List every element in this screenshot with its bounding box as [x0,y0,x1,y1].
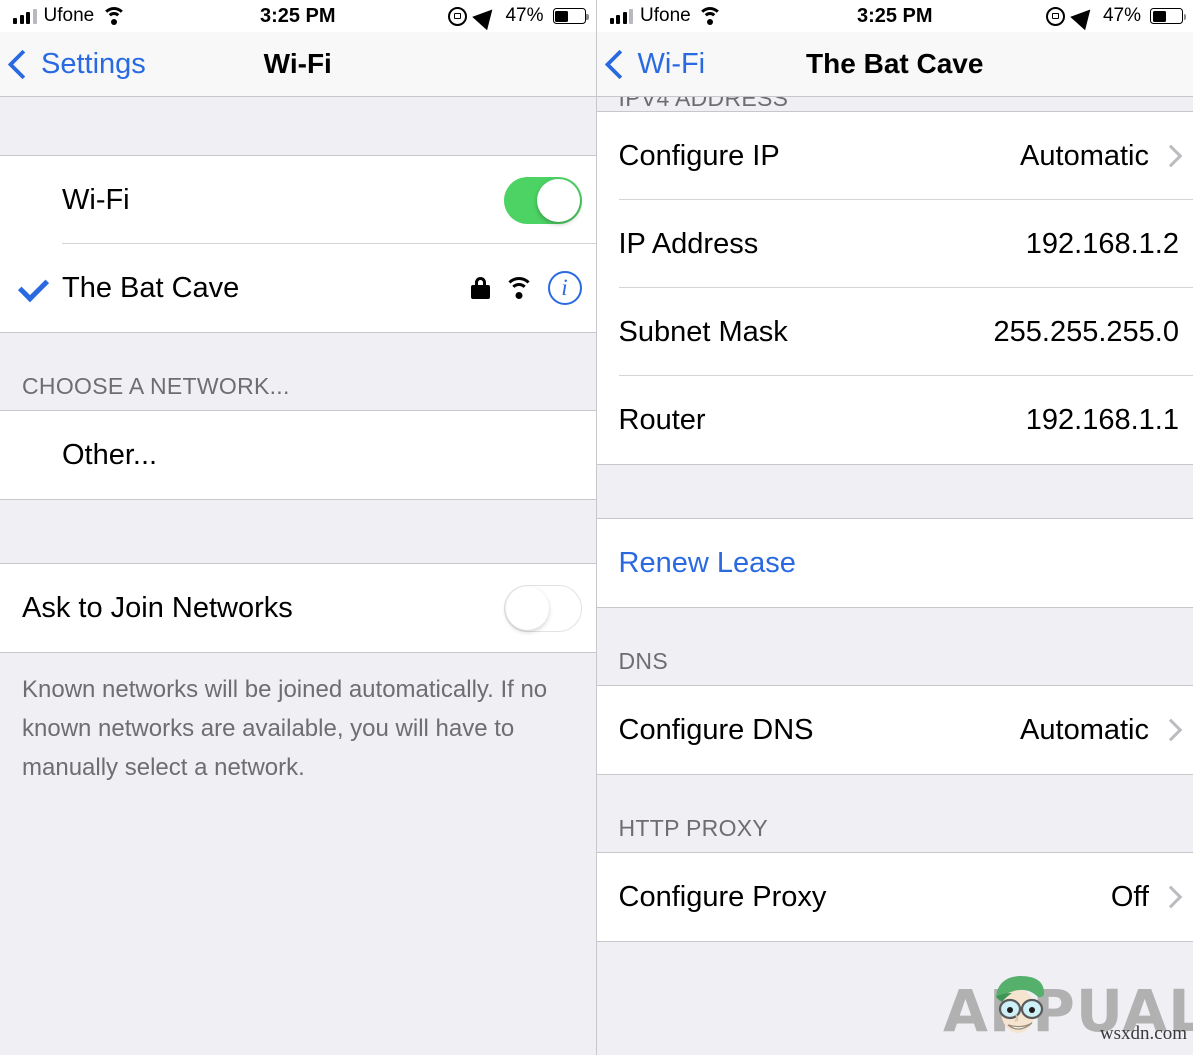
configure-dns-label: Configure DNS [618,713,814,746]
other-network-label: Other... [62,438,158,471]
choose-network-header: CHOOSE A NETWORK... [0,333,596,410]
renew-lease-group: Renew Lease [596,518,1193,608]
nav-bar-right: Wi-Fi The Bat Cave [596,32,1193,97]
other-network-group: Other... [0,410,596,500]
ip-address-value: 192.168.1.2 [1025,227,1179,260]
toggle-knob [505,586,549,630]
dual-phone-screenshot: Ufone 3:25 PM 47% Settings Wi-Fi Wi-Fi T… [0,0,1193,1055]
configure-dns-accessory: Automatic [1020,713,1183,747]
configure-ip-row[interactable]: Configure IP Automatic [596,112,1193,200]
info-circle-icon[interactable]: i [547,271,582,305]
configure-dns-value: Automatic [1020,713,1149,746]
wifi-toggle[interactable] [503,176,582,224]
subnet-mask-label: Subnet Mask [618,315,788,348]
back-button-label: Wi-Fi [637,47,706,80]
checkmark-icon [17,271,50,303]
ip-address-label: IP Address [618,227,759,260]
subnet-mask-accessory: 255.255.255.0 [994,316,1179,349]
ip-address-accessory: 192.168.1.2 [1026,228,1179,261]
right-phone-screen: Ufone 3:25 PM 47% Wi-Fi The Bat Cave IPV… [596,0,1193,1055]
toggle-knob [536,178,580,222]
ask-to-join-row[interactable]: Ask to Join Networks [0,564,596,652]
wifi-signal-icon [503,277,534,299]
battery-icon [1150,8,1186,24]
ask-to-join-footnote: Known networks will be joined automatica… [0,653,596,788]
chevron-left-icon [604,49,634,79]
router-value: 192.168.1.1 [1025,403,1179,436]
ipv4-section-header: IPV4 ADDRESS [596,97,1193,111]
ipv4-group: Configure IP Automatic IP Address 192.16… [596,111,1193,465]
spacer-renew [596,465,1193,518]
router-row: Router 192.168.1.1 [596,376,1193,464]
ask-to-join-group: Ask to Join Networks [0,563,596,653]
configure-ip-value: Automatic [1020,139,1149,172]
lock-icon [470,277,490,299]
renew-lease-row[interactable]: Renew Lease [596,519,1193,607]
chevron-right-icon [1159,718,1183,742]
rotation-lock-icon [448,6,468,26]
subnet-mask-value: 255.255.255.0 [993,315,1179,348]
status-bar-right: Ufone 3:25 PM 47% [596,0,1193,32]
back-button-wifi[interactable]: Wi-Fi [597,47,706,81]
subnet-mask-row: Subnet Mask 255.255.255.0 [596,288,1193,376]
back-button-settings[interactable]: Settings [0,48,146,81]
wifi-row-accessory [503,176,582,224]
wifi-row-label: Wi-Fi [62,183,130,216]
clock-label: 3:25 PM [259,4,336,27]
configure-dns-row[interactable]: Configure DNS Automatic [596,686,1193,774]
configure-proxy-accessory: Off [1110,880,1183,914]
configure-proxy-value: Off [1110,880,1149,913]
spacer-mid [0,500,596,563]
ask-to-join-accessory [503,584,582,632]
wifi-group: Wi-Fi The Bat Cave i [0,155,596,333]
connected-network-label: The Bat Cave [62,271,240,304]
right-settings-list: IPV4 ADDRESS Configure IP Automatic IP A… [596,97,1193,1055]
ipv4-section-header-label: IPV4 ADDRESS [618,97,789,111]
other-network-row[interactable]: Other... [0,411,596,499]
left-settings-list: Wi-Fi The Bat Cave i CHOOSE A NETWORK...… [0,97,596,1055]
renew-lease-label: Renew Lease [618,546,796,579]
rotation-lock-icon [1045,6,1065,26]
router-label: Router [618,403,706,436]
connected-network-row[interactable]: The Bat Cave i [0,244,596,332]
ip-address-row: IP Address 192.168.1.2 [596,200,1193,288]
configure-proxy-row[interactable]: Configure Proxy Off [596,853,1193,941]
proxy-group: Configure Proxy Off [596,852,1193,942]
chevron-left-icon [7,49,38,79]
proxy-section-header: HTTP PROXY [596,775,1193,852]
ask-to-join-label: Ask to Join Networks [22,591,293,624]
configure-ip-label: Configure IP [618,139,780,172]
clock-label: 3:25 PM [856,4,933,27]
chevron-right-icon [1159,144,1183,168]
router-accessory: 192.168.1.1 [1026,404,1179,437]
status-bar-left: Ufone 3:25 PM 47% [0,0,596,32]
configure-proxy-label: Configure Proxy [618,880,827,913]
left-phone-screen: Ufone 3:25 PM 47% Settings Wi-Fi Wi-Fi T… [0,0,597,1055]
nav-bar-left: Settings Wi-Fi [0,32,596,97]
back-button-label: Settings [41,47,146,80]
configure-ip-accessory: Automatic [1020,139,1183,173]
dns-section-header: DNS [596,608,1193,685]
dns-group: Configure DNS Automatic [596,685,1193,775]
spacer-top [0,97,596,155]
battery-icon [552,8,589,24]
chevron-right-icon [1159,885,1183,909]
ask-to-join-toggle[interactable] [503,584,582,632]
connected-network-accessory: i [470,271,582,305]
wifi-toggle-row[interactable]: Wi-Fi [0,156,596,244]
